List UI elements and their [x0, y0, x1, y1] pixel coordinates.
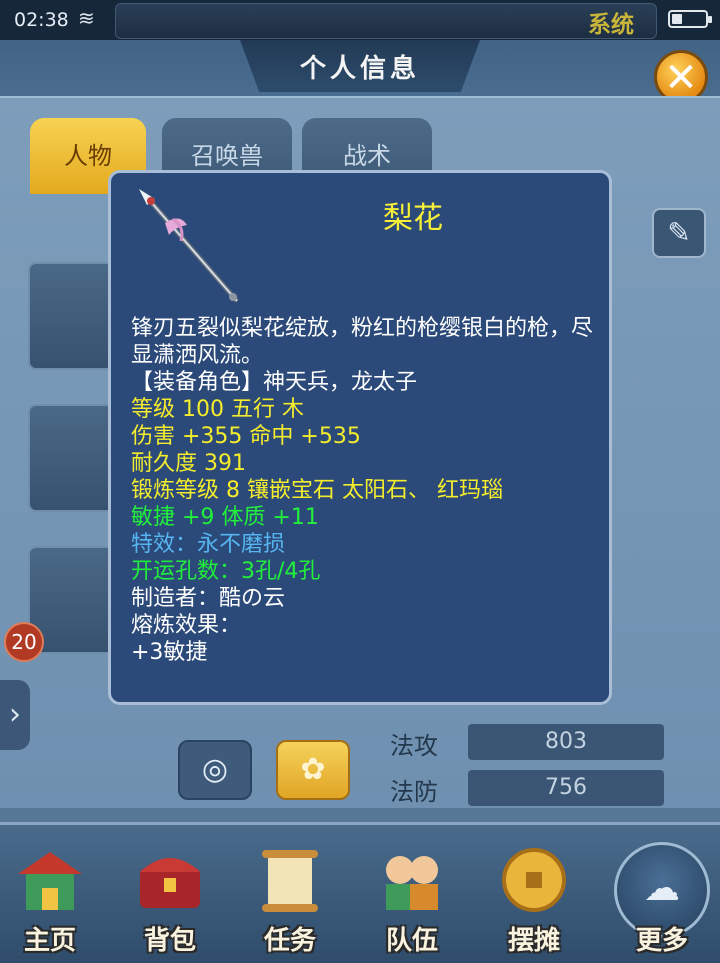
- item-description: 锋刃五裂似梨花绽放，粉红的枪缨银白的枪，尽显潇洒风流。: [131, 316, 594, 368]
- stat-label: 法防: [390, 778, 438, 806]
- edit-name-button[interactable]: ✎: [652, 208, 706, 258]
- chest-icon: [140, 858, 200, 908]
- item-name: 梨花: [383, 201, 443, 236]
- smelt-value: +3敏捷: [131, 640, 208, 665]
- team-icon: [386, 856, 438, 910]
- nav-label: 背包: [143, 926, 196, 956]
- nav-label: 更多: [635, 926, 688, 956]
- scroll-icon: [262, 850, 318, 912]
- page-title: 个人信息: [299, 54, 420, 84]
- spear-icon: [139, 189, 239, 303]
- forge-gems: 锻炼等级 8 镶嵌宝石 太阳石、 红玛瑙: [131, 478, 503, 503]
- system-message-bar[interactable]: [115, 3, 657, 39]
- nav-label: 主页: [23, 926, 76, 956]
- nav-bag[interactable]: 背包: [120, 840, 220, 958]
- nav-team[interactable]: 队伍: [362, 840, 462, 958]
- maker: 制造者：酷の云: [131, 586, 286, 611]
- nav-stall[interactable]: 摆摊: [484, 840, 584, 958]
- camera-button[interactable]: ◎: [178, 740, 252, 800]
- item-description-block: 锋刃五裂似梨花绽放，粉红的枪缨银白的枪，尽显潇洒风流。 【装备角色】神天兵，龙太…: [131, 315, 595, 666]
- palace-icon: [18, 852, 82, 910]
- edit-icon: ✎: [667, 216, 691, 249]
- stat-value: 803: [468, 724, 664, 760]
- nav-more-label-wrap[interactable]: 更多: [612, 840, 712, 958]
- level-element: 等级 100 五行 木: [131, 397, 304, 422]
- bonus-attributes: 敏捷 +9 体质 +11: [131, 505, 319, 530]
- battery-icon: [668, 10, 712, 28]
- stat-row-magic-attack: 法攻 803: [390, 724, 666, 760]
- nav-label: 队伍: [385, 926, 438, 956]
- equip-slot-boots[interactable]: [28, 404, 116, 512]
- luck-holes: 开运孔数：3孔/4孔: [131, 559, 321, 584]
- clock: 02:38: [14, 9, 69, 31]
- special-effect: 特效：永不磨损: [131, 532, 286, 557]
- nav-home[interactable]: 主页: [0, 840, 100, 958]
- level-badge: 20: [4, 622, 44, 662]
- wifi-icon: ≋: [78, 6, 95, 30]
- nav-label: 任务: [263, 926, 316, 956]
- damage-hit: 伤害 +355 命中 +535: [131, 424, 361, 449]
- stat-value: 756: [468, 770, 664, 806]
- item-tooltip: 梨花 锋刃五裂似梨花绽放，粉红的枪缨银白的枪，尽显潇洒风流。 【装备角色】神天兵…: [108, 170, 612, 705]
- nav-label: 摆摊: [507, 926, 560, 956]
- expand-arrow-icon[interactable]: ›: [0, 680, 30, 750]
- coin-icon: [502, 848, 566, 912]
- nav-quest[interactable]: 任务: [240, 840, 340, 958]
- equip-roles: 【装备角色】神天兵，龙太子: [131, 370, 418, 395]
- durability: 耐久度 391: [131, 451, 246, 476]
- system-label[interactable]: 系统: [588, 5, 634, 39]
- stat-row-magic-defense: 法防 756: [390, 770, 666, 806]
- smelt-label: 熔炼效果：: [131, 613, 242, 638]
- armor-icon: ✿: [300, 752, 326, 787]
- status-bar: 02:38 ≋ 系统: [0, 0, 720, 40]
- camera-icon: ◎: [201, 752, 229, 787]
- equip-slot-helmet[interactable]: [28, 262, 116, 370]
- stat-label: 法攻: [390, 732, 438, 760]
- armor-button[interactable]: ✿: [276, 740, 350, 800]
